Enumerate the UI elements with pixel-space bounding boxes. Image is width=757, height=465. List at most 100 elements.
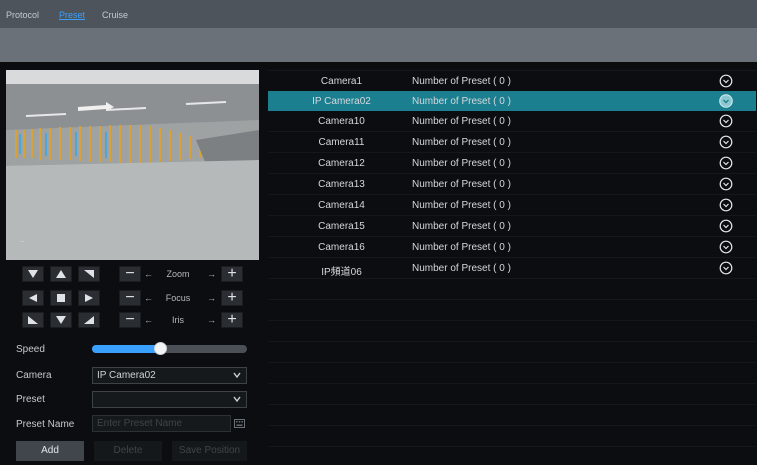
speed-slider[interactable] bbox=[92, 342, 247, 355]
iris-close-button[interactable]: − bbox=[119, 312, 141, 328]
ptz-up-left-button[interactable] bbox=[22, 266, 44, 282]
preset-count: Number of Preset ( 0 ) bbox=[412, 96, 511, 107]
tab-cruise[interactable]: Cruise bbox=[102, 10, 128, 20]
ptz-right-button[interactable] bbox=[78, 290, 100, 306]
speed-label: Speed bbox=[16, 344, 45, 355]
camera-name: Camera11 bbox=[318, 137, 365, 148]
speed-slider-handle[interactable] bbox=[154, 342, 167, 355]
camera-name: Camera13 bbox=[318, 179, 365, 190]
tab-protocol[interactable]: Protocol bbox=[6, 10, 39, 20]
zoom-label: Zoom bbox=[166, 269, 190, 279]
camera-row[interactable]: Camera11 Number of Preset ( 0 ) bbox=[268, 132, 756, 152]
preset-name-input[interactable] bbox=[92, 415, 231, 432]
camera-name: IP頻道06 bbox=[321, 267, 362, 278]
chevron-down-icon bbox=[233, 372, 241, 379]
focus-near-button[interactable]: − bbox=[119, 290, 141, 306]
camera-select[interactable]: IP Camera02 bbox=[92, 367, 247, 384]
tab-preset[interactable]: Preset bbox=[59, 10, 85, 20]
preset-select[interactable] bbox=[92, 391, 247, 408]
preset-count: Number of Preset ( 0 ) bbox=[412, 158, 511, 169]
arrow-right-icon bbox=[85, 294, 93, 302]
preset-count: Number of Preset ( 0 ) bbox=[412, 221, 511, 232]
camera-preview-image: ... bbox=[6, 70, 259, 260]
iris-open-button[interactable]: + bbox=[221, 312, 243, 328]
ptz-stop-button[interactable] bbox=[50, 290, 72, 306]
zoom-right-arrow: → bbox=[207, 269, 216, 279]
svg-text:...: ... bbox=[20, 238, 24, 244]
expand-circle-icon[interactable] bbox=[719, 261, 733, 275]
expand-circle-icon[interactable] bbox=[719, 219, 733, 233]
arrow-down-icon bbox=[56, 316, 66, 324]
plus-icon: + bbox=[227, 311, 237, 328]
arrow-left-icon bbox=[29, 294, 37, 302]
ptz-up-right-button[interactable] bbox=[78, 266, 100, 282]
expand-circle-icon[interactable] bbox=[719, 177, 733, 191]
iris-label: Iris bbox=[172, 315, 184, 325]
add-button[interactable]: Add bbox=[16, 441, 84, 461]
minus-icon: − bbox=[125, 265, 135, 282]
expand-circle-icon[interactable] bbox=[719, 198, 733, 212]
camera-row[interactable]: IP頻道06 Number of Preset ( 0 ) bbox=[268, 258, 756, 278]
arrow-down-right-icon bbox=[84, 316, 94, 324]
minus-icon: − bbox=[125, 289, 135, 306]
camera-name: Camera1 bbox=[320, 76, 363, 87]
arrow-up-left-icon bbox=[28, 270, 38, 278]
preset-count: Number of Preset ( 0 ) bbox=[412, 263, 511, 274]
minus-icon: − bbox=[125, 311, 135, 328]
plus-icon: + bbox=[227, 289, 237, 306]
preset-count: Number of Preset ( 0 ) bbox=[412, 179, 511, 190]
camera-row[interactable]: Camera12 Number of Preset ( 0 ) bbox=[268, 153, 756, 173]
focus-far-button[interactable]: + bbox=[221, 290, 243, 306]
camera-name: Camera14 bbox=[318, 200, 365, 211]
ptz-down-left-button[interactable] bbox=[22, 312, 44, 328]
keyboard-icon[interactable] bbox=[234, 419, 245, 428]
ptz-up-button[interactable] bbox=[50, 266, 72, 282]
ptz-down-button[interactable] bbox=[50, 312, 72, 328]
arrow-up-icon bbox=[56, 270, 66, 278]
camera-row[interactable]: Camera14 Number of Preset ( 0 ) bbox=[268, 195, 756, 215]
ptz-left-button[interactable] bbox=[22, 290, 44, 306]
iris-right-arrow: → bbox=[207, 315, 216, 325]
expand-circle-icon[interactable] bbox=[719, 94, 733, 108]
expand-circle-icon[interactable] bbox=[719, 114, 733, 128]
divider bbox=[0, 62, 757, 68]
toolbar-band bbox=[0, 28, 757, 62]
camera-preset-list: Camera1 Number of Preset ( 0 ) IP Camera… bbox=[268, 70, 756, 465]
expand-circle-icon[interactable] bbox=[719, 156, 733, 170]
camera-row[interactable]: Camera1 Number of Preset ( 0 ) bbox=[268, 71, 756, 91]
save-position-button[interactable]: Save Position bbox=[172, 441, 247, 461]
camera-row[interactable]: Camera15 Number of Preset ( 0 ) bbox=[268, 216, 756, 236]
stop-icon bbox=[57, 294, 65, 302]
ptz-control-panel: − ← Zoom → + − ← Focus → + − ← Iris → + bbox=[6, 266, 259, 334]
expand-circle-icon[interactable] bbox=[719, 74, 733, 88]
delete-button[interactable]: Delete bbox=[94, 441, 162, 461]
camera-label: Camera bbox=[16, 370, 52, 381]
camera-row[interactable]: Camera10 Number of Preset ( 0 ) bbox=[268, 111, 756, 131]
expand-circle-icon[interactable] bbox=[719, 240, 733, 254]
preset-count: Number of Preset ( 0 ) bbox=[412, 200, 511, 211]
preset-count: Number of Preset ( 0 ) bbox=[412, 137, 511, 148]
tab-bar: Protocol Preset Cruise bbox=[0, 0, 757, 28]
zoom-in-button[interactable]: + bbox=[221, 266, 243, 282]
preset-count: Number of Preset ( 0 ) bbox=[412, 116, 511, 127]
camera-row[interactable]: Camera13 Number of Preset ( 0 ) bbox=[268, 174, 756, 194]
camera-name: Camera15 bbox=[318, 221, 365, 232]
preset-label: Preset bbox=[16, 394, 45, 405]
arrow-up-right-icon bbox=[84, 270, 94, 278]
camera-row-selected[interactable]: IP Camera02 Number of Preset ( 0 ) bbox=[268, 91, 756, 111]
preset-name-label: Preset Name bbox=[16, 419, 75, 430]
camera-select-value: IP Camera02 bbox=[97, 370, 156, 381]
ptz-down-right-button[interactable] bbox=[78, 312, 100, 328]
camera-row[interactable]: Camera16 Number of Preset ( 0 ) bbox=[268, 237, 756, 257]
arrow-down-left-icon bbox=[28, 316, 38, 324]
camera-preview: ... bbox=[6, 70, 259, 260]
speed-slider-fill bbox=[92, 345, 160, 353]
expand-circle-icon[interactable] bbox=[719, 135, 733, 149]
chevron-down-icon bbox=[233, 396, 241, 403]
focus-right-arrow: → bbox=[207, 293, 216, 303]
focus-label: Focus bbox=[165, 293, 191, 303]
camera-name: IP Camera02 bbox=[312, 96, 371, 107]
camera-name: Camera12 bbox=[318, 158, 365, 169]
preset-count: Number of Preset ( 0 ) bbox=[412, 76, 511, 87]
zoom-out-button[interactable]: − bbox=[119, 266, 141, 282]
